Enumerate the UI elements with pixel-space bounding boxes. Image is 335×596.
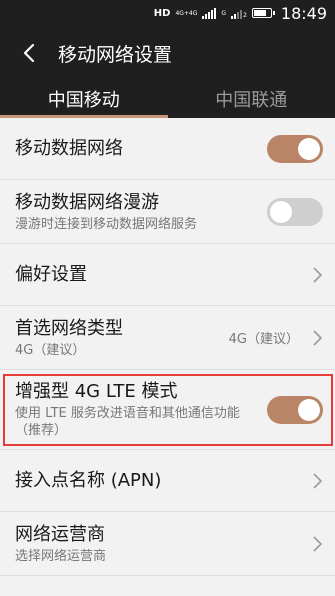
sim1-signal-icon <box>202 7 217 19</box>
setting-label: 接入点名称 (APN) <box>15 469 162 491</box>
setting-label: 移动数据网络漫游 <box>15 191 159 213</box>
setting-label: 增强型 4G LTE 模式 <box>15 381 178 402</box>
lte-mode-toggle[interactable] <box>267 395 323 424</box>
back-button[interactable] <box>0 26 58 80</box>
tab-china-unicom[interactable]: 中国联通 <box>168 80 335 118</box>
sim2-signal-icon: 2 <box>231 7 247 19</box>
battery-icon <box>251 8 275 18</box>
status-bar: HD 4G+4G G 2 18:49 <box>0 0 335 26</box>
clock: 18:49 <box>280 3 327 23</box>
setting-description: 使用 LTE 服务改进语音和其他通信功能（推荐） <box>15 406 240 438</box>
settings-list: 移动数据网络 移动数据网络漫游 漫游时连接到移动数据网络服务 偏好设置 首选网络… <box>0 118 335 576</box>
setting-label: 首选网络类型 <box>15 317 123 339</box>
sim2-slot-number: 2 <box>243 12 247 19</box>
chevron-right-icon <box>313 329 323 346</box>
tab-china-mobile[interactable]: 中国移动 <box>0 80 168 118</box>
setting-data-roaming[interactable]: 移动数据网络漫游 漫游时连接到移动数据网络服务 <box>0 180 335 244</box>
app-bar: 移动网络设置 <box>0 26 335 80</box>
back-arrow-icon <box>23 43 35 63</box>
setting-label: 网络运营商 <box>15 523 105 545</box>
sim2-network-type: G <box>221 9 227 17</box>
setting-description: 漫游时连接到移动数据网络服务 <box>15 216 198 232</box>
setting-current-value: 4G（建议） <box>228 332 299 347</box>
setting-description: 选择网络运营商 <box>15 548 107 564</box>
hd-voice-indicator: HD <box>153 7 171 19</box>
chevron-right-icon <box>313 535 323 552</box>
mobile-data-toggle[interactable] <box>267 134 323 163</box>
setting-description: 4G（建议） <box>15 342 86 358</box>
data-roaming-toggle[interactable] <box>267 197 323 226</box>
page-title: 移动网络设置 <box>58 43 173 66</box>
chevron-right-icon <box>313 472 323 489</box>
setting-preferences[interactable]: 偏好设置 <box>0 244 335 306</box>
setting-enhanced-4g-lte[interactable]: 增强型 4G LTE 模式 使用 LTE 服务改进语音和其他通信功能（推荐） <box>0 370 335 450</box>
setting-label: 偏好设置 <box>15 263 87 285</box>
setting-network-operator[interactable]: 网络运营商 选择网络运营商 <box>0 512 335 576</box>
chevron-right-icon <box>313 266 323 283</box>
setting-mobile-data[interactable]: 移动数据网络 <box>0 118 335 180</box>
setting-apn[interactable]: 接入点名称 (APN) <box>0 450 335 512</box>
setting-label: 移动数据网络 <box>15 137 123 159</box>
carrier-tabs: 中国移动 中国联通 <box>0 80 335 118</box>
sim1-network-type: 4G+4G <box>175 9 198 17</box>
setting-preferred-network-type[interactable]: 首选网络类型 4G（建议） 4G（建议） <box>0 306 335 370</box>
